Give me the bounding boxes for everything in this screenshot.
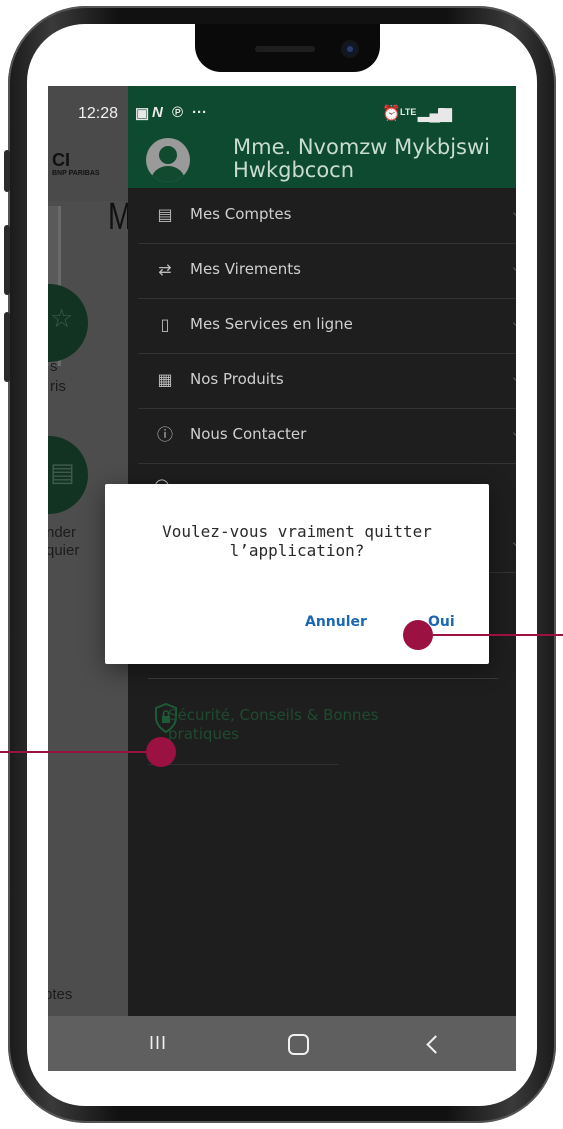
menu-item-mes-virements[interactable]: ⇄ Mes Virements xyxy=(138,243,516,299)
menu-item-services-en-ligne[interactable]: ▯ Mes Services en ligne xyxy=(138,298,516,354)
chevron-down-icon xyxy=(512,425,516,441)
lte-icon: LTE xyxy=(400,107,417,117)
battery-icon xyxy=(438,108,445,120)
accounts-tab-label: ptes xyxy=(48,986,73,1003)
signal-icon: ▂▄▆ xyxy=(418,105,452,122)
menu-label: Nos Produits xyxy=(190,370,284,388)
avatar-body xyxy=(151,166,185,182)
image-icon: ▣ xyxy=(135,105,150,122)
status-time: 12:28 xyxy=(78,105,119,122)
user-name: Mme. Nvomzw Mykbjswi Hwkgbcocn xyxy=(233,135,490,182)
document-icon: ▤ xyxy=(50,458,75,488)
star-icon: ☆ xyxy=(50,304,74,334)
menu-label: Nous Contacter xyxy=(190,425,307,443)
annotation-marker xyxy=(146,737,176,767)
products-icon: ▦ xyxy=(157,370,173,389)
front-camera xyxy=(343,42,357,56)
menu-item-mes-comptes[interactable]: ▤ Mes Comptes xyxy=(138,188,516,244)
dialog-message: Voulez-vous vraiment quitter l’applicati… xyxy=(162,522,432,560)
accounts-icon: ▤ xyxy=(157,205,173,224)
bank-logo-subtitle: BNP PARIBAS xyxy=(52,170,100,177)
pinterest-icon: ℗ xyxy=(172,104,184,121)
system-nav-bar: III xyxy=(48,1016,516,1071)
phone-volume-up xyxy=(4,225,10,295)
chevron-down-icon xyxy=(512,260,516,276)
request-label-2: quier xyxy=(48,542,80,559)
confirm-button[interactable]: Oui xyxy=(428,614,455,630)
divider xyxy=(148,678,498,679)
back-button[interactable] xyxy=(426,1035,445,1054)
security-label: Sécurité, Conseils & Bonnes pratiques xyxy=(168,706,379,743)
speaker-grill xyxy=(255,46,315,52)
chevron-down-icon xyxy=(512,205,516,221)
favorites-label-2: ris xyxy=(50,378,66,395)
annotation-line xyxy=(0,751,150,753)
phone-side-button xyxy=(4,150,10,192)
info-icon: ⓘ xyxy=(156,425,173,444)
recent-apps-button[interactable]: III xyxy=(149,1033,167,1054)
annotation-line xyxy=(430,634,563,636)
home-button[interactable] xyxy=(288,1034,309,1055)
background-title: M xyxy=(108,196,128,239)
divider xyxy=(148,764,338,765)
background-header xyxy=(48,86,128,201)
chevron-down-icon xyxy=(512,370,516,386)
annotation-marker xyxy=(403,620,433,650)
avatar-head xyxy=(159,146,177,164)
chevron-down-icon xyxy=(512,315,516,331)
menu-item-nos-produits[interactable]: ▦ Nos Produits xyxy=(138,353,516,409)
cancel-button[interactable]: Annuler xyxy=(305,614,367,630)
request-label-1: nder xyxy=(48,524,77,541)
menu-label: Mes Comptes xyxy=(190,205,292,223)
favorites-label-1: s xyxy=(50,358,58,375)
transfers-icon: ⇄ xyxy=(158,260,172,279)
menu-label: Mes Virements xyxy=(190,260,301,278)
menu-label: Mes Services en ligne xyxy=(190,315,353,333)
menu-item-nous-contacter[interactable]: ⓘ Nous Contacter xyxy=(138,408,516,464)
phone-volume-down xyxy=(4,312,10,382)
n-icon: N xyxy=(152,104,163,121)
alarm-icon: ⏰ xyxy=(382,105,401,122)
online-services-icon: ▯ xyxy=(160,315,170,334)
bank-logo: CI xyxy=(52,150,70,170)
avatar[interactable] xyxy=(146,138,190,182)
more-icon: ··· xyxy=(192,104,207,121)
